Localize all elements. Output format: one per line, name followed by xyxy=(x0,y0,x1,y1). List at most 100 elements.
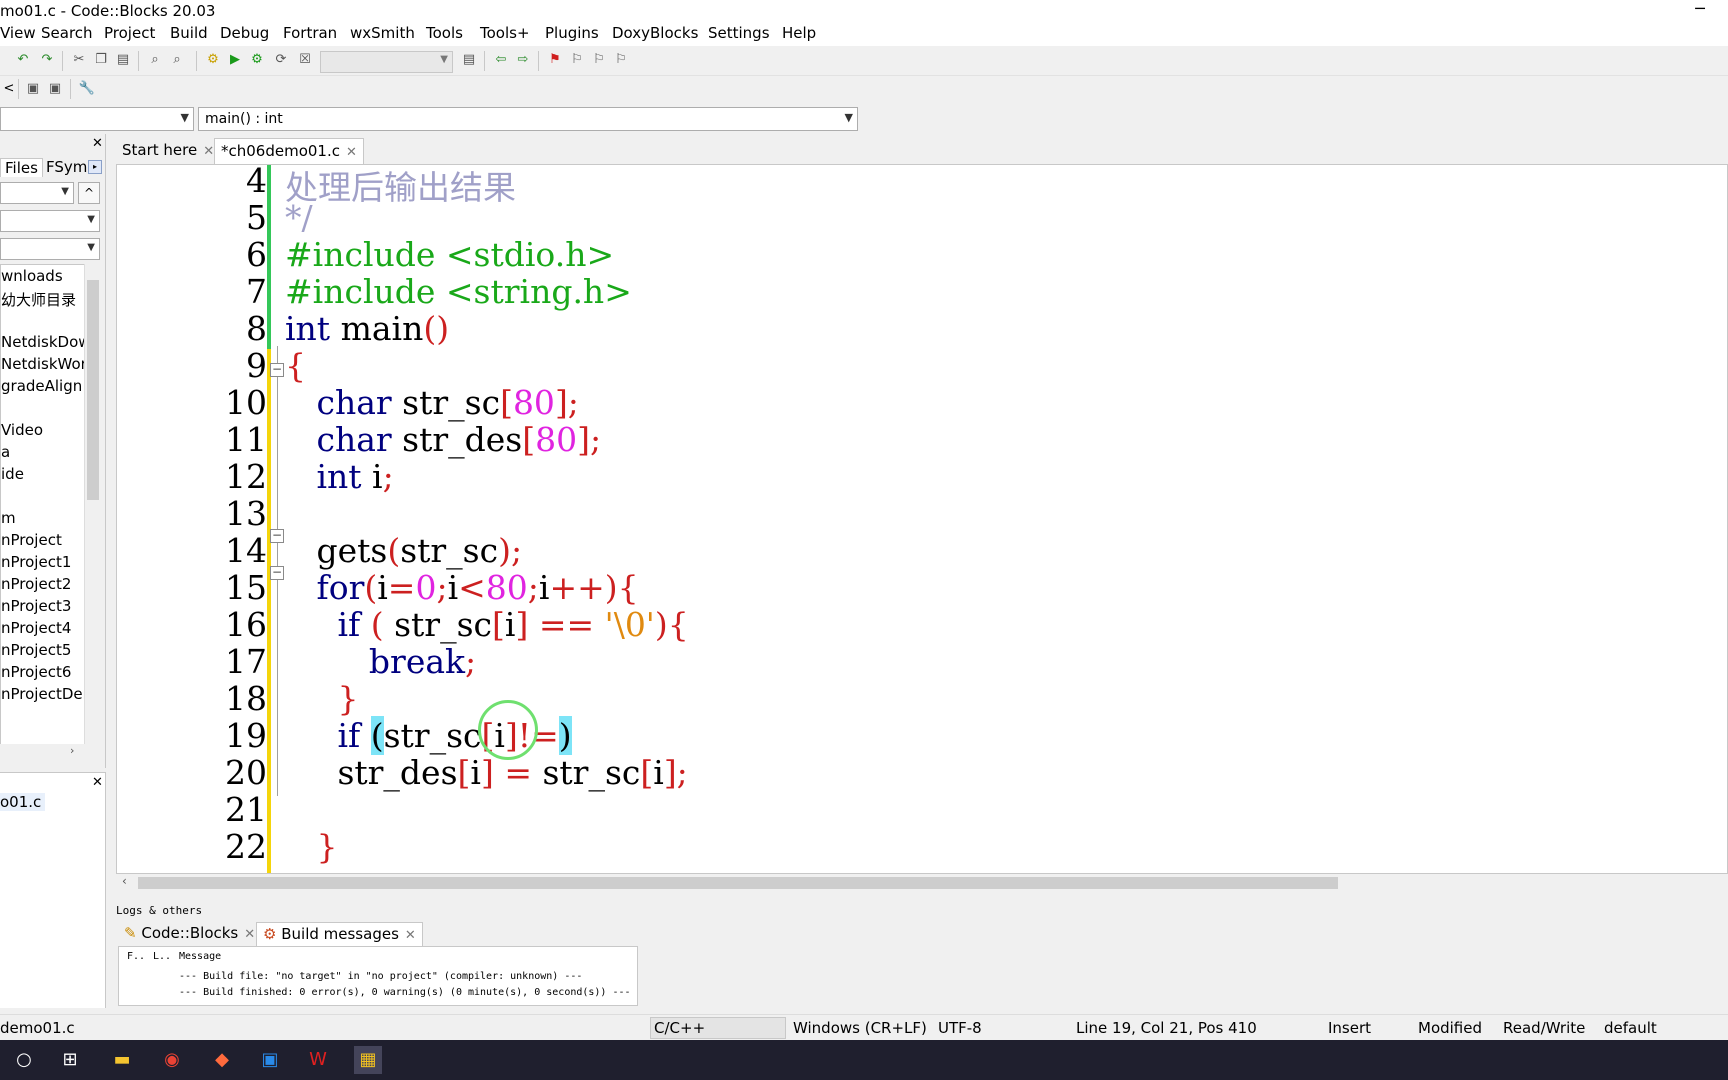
tree-item[interactable]: Video xyxy=(1,421,43,439)
run-icon[interactable]: ▶ xyxy=(226,51,244,69)
jump-back-icon[interactable]: ⇦ xyxy=(492,51,510,69)
stop-icon[interactable]: ☒ xyxy=(296,51,314,69)
table-row[interactable]: --- Build finished: 0 error(s), 0 warnin… xyxy=(179,987,631,998)
tree-item[interactable]: nProject5 xyxy=(1,641,71,659)
close-icon[interactable]: ✕ xyxy=(92,775,103,790)
tree-item[interactable]: nProject3 xyxy=(1,597,71,615)
build-icon[interactable]: ⚙ xyxy=(204,51,222,69)
tree-item[interactable]: a xyxy=(1,443,10,461)
tree-item[interactable]: nProject1 xyxy=(1,553,71,571)
doxy-extract-icon[interactable]: ▣ xyxy=(24,80,42,98)
chrome-icon[interactable]: ◉ xyxy=(158,1046,186,1074)
next-bookmark-icon[interactable]: ⚐ xyxy=(590,51,608,69)
find-icon[interactable]: ⌕ xyxy=(146,51,164,69)
tree-item[interactable]: NetdiskWork xyxy=(1,355,85,373)
replace-icon[interactable]: ⌕ xyxy=(168,51,186,69)
undo-icon[interactable]: ↶ xyxy=(14,51,32,69)
tree-item[interactable]: nProject xyxy=(1,531,62,549)
target-options-icon[interactable]: ▤ xyxy=(460,51,478,69)
menu-debug[interactable]: Debug xyxy=(220,24,269,42)
tab-start-here[interactable]: Start here ✕ xyxy=(116,138,220,164)
code-line: #include <stdio.h> xyxy=(285,235,615,274)
up-folder-button[interactable]: ^ xyxy=(78,182,100,204)
menu-settings[interactable]: Settings xyxy=(708,24,770,42)
menu-wxsmith[interactable]: wxSmith xyxy=(350,24,415,42)
menu-build[interactable]: Build xyxy=(170,24,208,42)
explorer-icon[interactable]: ▬ xyxy=(108,1046,136,1074)
fold-minus-icon[interactable]: − xyxy=(270,363,284,377)
code-line: int main() xyxy=(285,309,450,348)
tab-ch06demo01[interactable]: *ch06demo01.c ✕ xyxy=(214,138,364,164)
rebuild-icon[interactable]: ⟳ xyxy=(272,51,290,69)
menu-plugins[interactable]: Plugins xyxy=(545,24,599,42)
scope-combo[interactable]: ▼ xyxy=(0,107,194,131)
editor-hscrollbar[interactable]: ‹ xyxy=(116,874,1728,892)
app-icon[interactable]: ◆ xyxy=(208,1046,236,1074)
doxy-config-icon[interactable]: ▣ xyxy=(46,80,64,98)
fold-minus-icon[interactable]: − xyxy=(270,529,284,543)
tree-item[interactable]: nProject2 xyxy=(1,575,71,593)
chevron-left-icon[interactable]: < xyxy=(0,80,18,98)
minimize-icon[interactable]: ─ xyxy=(1688,0,1712,20)
tree-hscrollbar[interactable]: › xyxy=(0,744,100,760)
paste-icon[interactable]: ▤ xyxy=(114,51,132,69)
files-path-combo[interactable]: ▼ xyxy=(0,182,74,204)
files-type-combo[interactable]: ▼ xyxy=(0,238,100,260)
tab-build-messages[interactable]: ⚙ Build messages ✕ xyxy=(256,922,423,946)
close-icon[interactable]: ✕ xyxy=(405,928,416,943)
tab-files[interactable]: Files xyxy=(0,158,43,177)
tree-item[interactable]: 幼大师目录 xyxy=(1,289,76,310)
codeblocks-icon[interactable]: ▦ xyxy=(354,1046,382,1074)
bookmark-icon[interactable]: ⚑ xyxy=(546,51,564,69)
tree-item[interactable]: ide xyxy=(1,465,24,483)
open-file-item[interactable]: o01.c xyxy=(0,793,46,811)
table-row[interactable]: --- Build file: "no target" in "no proje… xyxy=(179,971,582,982)
redo-icon[interactable]: ↷ xyxy=(38,51,56,69)
cut-icon[interactable]: ✂ xyxy=(70,51,88,69)
scrollbar-thumb[interactable] xyxy=(138,877,1338,889)
menu-project[interactable]: Project xyxy=(104,24,155,42)
tree-item[interactable]: nProject6 xyxy=(1,663,71,681)
close-icon[interactable]: ✕ xyxy=(346,145,357,160)
code-editor[interactable]: 4 5 6 7 8 9 10 11 12 13 14 15 16 17 18 1… xyxy=(116,164,1728,874)
app-icon[interactable]: ▣ xyxy=(256,1046,284,1074)
title-bar: mo01.c - Code::Blocks 20.03 ─ xyxy=(0,0,1728,24)
chevron-right-icon[interactable]: ▸ xyxy=(88,160,102,174)
clear-bookmarks-icon[interactable]: ⚐ xyxy=(612,51,630,69)
chevron-left-icon[interactable]: ‹ xyxy=(122,874,127,888)
copy-icon[interactable]: ❐ xyxy=(92,51,110,69)
tree-scrollbar[interactable] xyxy=(84,264,100,744)
tree-item[interactable]: gradeAlign xyxy=(1,377,82,395)
build-run-icon[interactable]: ⚙ xyxy=(248,51,266,69)
menu-tools-plus[interactable]: Tools+ xyxy=(480,24,530,42)
app-icon[interactable]: W xyxy=(304,1046,332,1074)
windows-start-icon[interactable]: ○ xyxy=(10,1046,38,1074)
menu-view[interactable]: View xyxy=(0,24,36,42)
tree-item[interactable]: NetdiskDow xyxy=(1,333,85,351)
tree-item[interactable]: m xyxy=(1,509,16,527)
menu-doxyblocks[interactable]: DoxyBlocks xyxy=(612,24,698,42)
jump-forward-icon[interactable]: ⇨ xyxy=(514,51,532,69)
task-view-icon[interactable]: ⊞ xyxy=(56,1046,84,1074)
tree-item[interactable]: wnloads xyxy=(1,267,63,285)
menu-search[interactable]: Search xyxy=(41,24,93,42)
close-icon[interactable]: ✕ xyxy=(92,136,103,151)
function-combo[interactable]: main() : int ▼ xyxy=(198,107,858,131)
prev-bookmark-icon[interactable]: ⚐ xyxy=(568,51,586,69)
fold-minus-icon[interactable]: − xyxy=(270,566,284,580)
chevron-right-icon[interactable]: › xyxy=(70,744,74,757)
close-icon[interactable]: ✕ xyxy=(244,927,255,942)
files-filter-combo[interactable]: ▼ xyxy=(0,210,100,232)
menu-tools[interactable]: Tools xyxy=(426,24,463,42)
code-text[interactable]: 处理后输出结果 */ #include <stdio.h> #include <… xyxy=(285,165,1725,873)
wrench-icon[interactable]: 🔧 xyxy=(78,80,96,98)
tree-item[interactable]: nProject4 xyxy=(1,619,71,637)
scrollbar-thumb[interactable] xyxy=(87,280,99,500)
build-target-combo[interactable]: ▼ xyxy=(320,51,453,73)
tab-label: Build messages xyxy=(281,925,399,943)
tree-item[interactable]: nProjectDen xyxy=(1,685,85,703)
menu-help[interactable]: Help xyxy=(782,24,816,42)
tab-codeblocks-log[interactable]: ✎ Code::Blocks ✕ xyxy=(118,922,261,946)
menu-fortran[interactable]: Fortran xyxy=(283,24,337,42)
close-icon[interactable]: ✕ xyxy=(203,144,214,159)
